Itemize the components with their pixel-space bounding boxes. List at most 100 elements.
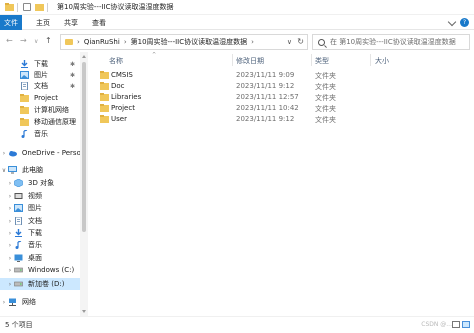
sidebar-item[interactable]: › 下载 [0, 227, 80, 239]
tab-file[interactable]: 文件 [0, 15, 22, 30]
chevron-right-icon[interactable]: › [6, 230, 14, 237]
chevron-right-icon[interactable]: › [0, 299, 8, 306]
file-name: Libraries [111, 93, 142, 101]
chevron-down-icon[interactable]: ∨ [287, 38, 292, 46]
chevron-right-icon[interactable]: › [6, 281, 14, 288]
sidebar-item[interactable]: › 文档 [0, 215, 80, 227]
sidebar-item[interactable]: 计算机网络 [0, 104, 80, 116]
window-title: 第10周实验---IIC协议读取温湿度数据 [57, 3, 174, 11]
chevron-right-icon[interactable]: › [251, 38, 254, 46]
watermark: CSDN @... [421, 321, 452, 328]
tab-share[interactable]: 共享 [64, 15, 78, 30]
sidebar-item[interactable]: ∨ 此电脑 [0, 164, 80, 176]
chevron-right-icon[interactable]: › [6, 218, 14, 225]
column-type[interactable]: 类型 [315, 56, 329, 66]
sidebar-item[interactable]: › OneDrive - Perso [0, 147, 80, 159]
sidebar-item[interactable]: 文档 ✱ [0, 80, 80, 92]
chevron-right-icon[interactable]: › [77, 38, 80, 46]
desktop-icon [14, 254, 23, 262]
sidebar-item-label: 此电脑 [22, 166, 43, 174]
breadcrumb-item[interactable]: 第10周实验---IIC协议读取温湿度数据 [131, 37, 248, 47]
search-input[interactable]: 在 第10周实验---IIC协议读取温湿度数据 [312, 34, 470, 50]
file-name: CMSIS [111, 71, 133, 79]
file-row[interactable]: Doc 2023/11/11 9:12 文件夹 [92, 80, 470, 91]
sidebar-item[interactable]: › Windows (C:) [0, 264, 80, 276]
chevron-down-icon[interactable]: ∨ [34, 38, 38, 45]
help-icon[interactable]: ? [460, 18, 469, 27]
network-icon [8, 298, 17, 306]
sidebar-item[interactable]: › 新加卷 (D:) [0, 278, 80, 290]
address-row: ← → ∨ ↑ › QianRuShi › 第10周实验---IIC协议读取温湿… [0, 30, 474, 52]
chevron-down-icon[interactable]: ∨ [0, 167, 8, 174]
file-row[interactable]: CMSIS 2023/11/11 9:09 文件夹 [92, 69, 470, 80]
documents-icon [14, 216, 23, 226]
sidebar-item-label: 计算机网络 [34, 106, 69, 114]
new-folder-icon[interactable] [35, 3, 44, 11]
documents-icon [20, 81, 29, 91]
sidebar-item[interactable]: › 图片 [0, 202, 80, 214]
column-divider[interactable] [232, 54, 233, 66]
sidebar-item[interactable]: › 桌面 [0, 252, 80, 264]
scroll-up-icon[interactable] [82, 55, 86, 58]
chevron-right-icon[interactable]: › [0, 150, 8, 157]
refresh-icon[interactable]: ↻ [297, 37, 304, 46]
music-icon [14, 240, 23, 249]
file-name: Project [111, 104, 135, 112]
chevron-right-icon[interactable]: › [6, 193, 14, 200]
pin-icon: ✱ [69, 71, 75, 79]
column-date[interactable]: 修改日期 [236, 56, 264, 66]
large-icons-view-button[interactable] [462, 321, 470, 328]
drive-icon [14, 280, 23, 288]
drive-icon [14, 266, 23, 274]
nav-scrollbar[interactable] [80, 52, 88, 316]
file-date: 2023/11/11 9:12 [236, 82, 295, 90]
sidebar-item-label: 文档 [28, 217, 42, 225]
sidebar-item-label: Windows (C:) [28, 266, 75, 274]
sidebar-item[interactable]: › 视频 [0, 190, 80, 202]
back-icon[interactable]: ← [6, 36, 13, 45]
chevron-right-icon[interactable]: › [6, 205, 14, 212]
file-date: 2023/11/11 9:09 [236, 71, 295, 79]
column-size[interactable]: 大小 [375, 56, 389, 66]
column-divider[interactable] [370, 54, 371, 66]
sidebar-item[interactable]: › 网络 [0, 296, 80, 308]
folder-icon [20, 106, 29, 114]
file-row[interactable]: User 2023/11/11 9:12 文件夹 [92, 113, 470, 124]
sidebar-item[interactable]: Project [0, 92, 80, 104]
divider [17, 2, 18, 12]
sidebar-item-label: 图片 [28, 204, 42, 212]
scroll-down-icon[interactable] [82, 310, 86, 313]
tab-home[interactable]: 主页 [36, 15, 50, 30]
address-bar[interactable]: › QianRuShi › 第10周实验---IIC协议读取温湿度数据 › ∨ … [60, 34, 308, 50]
chevron-right-icon[interactable]: › [6, 242, 14, 249]
column-name[interactable]: 名称 [109, 56, 123, 66]
file-row[interactable]: Project 2023/11/11 10:42 文件夹 [92, 102, 470, 113]
breadcrumb-item[interactable]: QianRuShi [84, 38, 120, 46]
sidebar-item[interactable]: 移动通信原理 [0, 116, 80, 128]
title-bar: 第10周实验---IIC协议读取温湿度数据 [0, 0, 474, 15]
properties-icon[interactable] [23, 3, 31, 11]
file-row[interactable]: Libraries 2023/11/11 12:57 文件夹 [92, 91, 470, 102]
forward-icon[interactable]: → [20, 36, 27, 45]
chevron-right-icon[interactable]: › [6, 180, 14, 187]
sidebar-item-label: 桌面 [28, 254, 42, 262]
chevron-down-icon[interactable] [447, 17, 457, 27]
file-type: 文件夹 [315, 116, 336, 124]
details-view-button[interactable] [452, 321, 460, 328]
column-divider[interactable] [311, 54, 312, 66]
up-icon[interactable]: ↑ [45, 36, 52, 45]
chevron-right-icon[interactable]: › [124, 38, 127, 46]
status-bar: 5 个项目 CSDN @... [0, 316, 474, 333]
sidebar-item[interactable]: › 音乐 [0, 239, 80, 251]
sidebar-item[interactable]: 音乐 [0, 128, 80, 140]
folder-icon [20, 94, 29, 102]
chevron-right-icon[interactable]: › [6, 267, 14, 274]
chevron-right-icon[interactable]: › [6, 255, 14, 262]
sidebar-item[interactable]: › 3D 对象 [0, 177, 80, 189]
computer-icon [8, 166, 17, 174]
tab-view[interactable]: 查看 [92, 15, 106, 30]
cube-icon [14, 178, 23, 188]
sidebar-item-label: 音乐 [28, 241, 42, 249]
scroll-thumb[interactable] [82, 62, 86, 232]
sidebar-item-label: 下载 [34, 60, 48, 68]
